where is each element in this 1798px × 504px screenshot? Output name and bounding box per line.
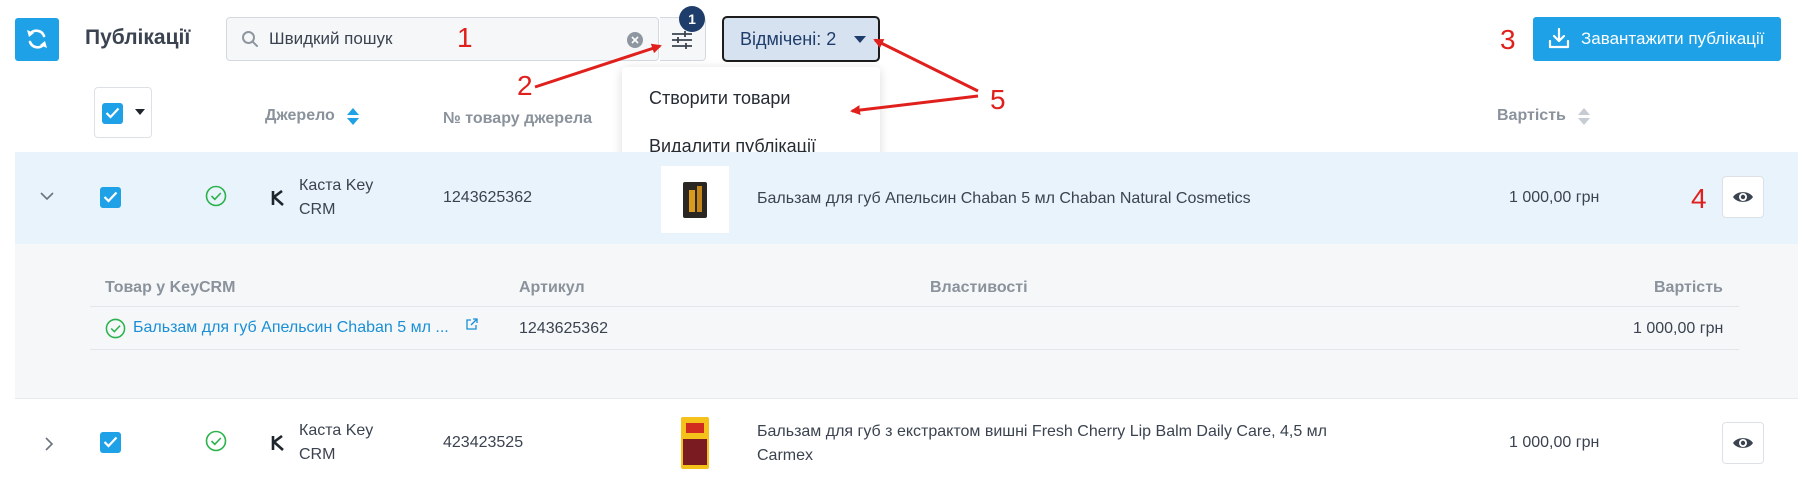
product-name: Бальзам для губ з екстрактом вишні Fresh… [757,423,1328,464]
column-header-price[interactable]: Вартість [1497,107,1566,125]
check-icon [103,191,118,203]
chevron-down-icon [854,36,866,43]
product-price: 1 000,00 грн [1509,434,1600,451]
subcolumn-properties: Властивості [930,279,1028,296]
annotation-2: 2 [517,70,533,101]
sort-icon[interactable] [347,108,359,126]
kasta-logo-icon [271,435,284,451]
download-icon [1548,27,1570,49]
caret-down-icon [135,109,145,115]
divider [90,349,1739,350]
annotation-4: 4 [1691,183,1707,214]
divider [90,306,1739,307]
source-name: Каста Key CRM [299,177,374,218]
view-button[interactable] [1722,422,1764,464]
check-circle-icon [205,430,227,452]
view-button[interactable] [1722,176,1764,218]
annotation-5: 5 [990,84,1006,115]
upload-button-label: Завантажити публікації [1581,29,1765,48]
refresh-button[interactable] [15,18,59,61]
menu-item-create-products[interactable]: Створити товари [649,88,790,109]
source-product-number: 423423525 [443,434,524,451]
search-input[interactable] [269,27,609,51]
subcolumn-product: Товар у KeyCRM [105,279,236,296]
subcolumn-sku: Артикул [519,279,585,296]
search-box [226,17,659,61]
source-product-number: 1243625362 [443,189,532,206]
upload-publications-button[interactable]: Завантажити публікації [1533,17,1781,61]
source-name: Каста Key CRM [299,422,374,463]
row-checkbox[interactable] [100,432,121,453]
keycrm-price: 1 000,00 грн [1633,320,1724,337]
annotation-1: 1 [457,22,473,53]
selected-actions-button[interactable]: Відмічені: 2 [722,16,880,62]
clear-search-icon[interactable] [627,32,643,48]
product-name: Бальзам для губ Апельсин Chaban 5 мл Cha… [757,190,1251,207]
check-circle-icon [105,318,126,339]
selected-count-label: Відмічені: 2 [740,29,837,49]
kasta-logo-icon [271,190,284,206]
search-icon [242,31,258,47]
product-thumbnail [661,409,729,476]
column-header-source[interactable]: Джерело [265,107,335,125]
sort-icon[interactable] [1578,108,1590,126]
check-icon [105,107,120,119]
column-header-source-number: № товару джерела [443,110,593,127]
check-circle-icon [205,185,227,207]
subcolumn-price: Вартість [1654,279,1723,296]
row-checkbox[interactable] [100,187,121,208]
product-thumbnail [661,166,729,233]
annotation-3: 3 [1500,24,1516,55]
eye-icon [1733,192,1753,202]
filter-sliders-icon [672,31,692,49]
keycrm-sku: 1243625362 [519,320,608,337]
select-all-checkbox[interactable] [102,103,123,124]
refresh-icon [27,29,47,49]
annotation-arrow-5a [873,38,979,93]
check-icon [103,436,118,448]
chevron-down-icon[interactable] [40,192,54,201]
chevron-right-icon[interactable] [45,437,54,451]
product-price: 1 000,00 грн [1509,189,1600,206]
filter-count-badge: 1 [679,6,705,32]
external-link-icon[interactable] [465,318,478,331]
eye-icon [1733,438,1753,448]
select-all-dropdown[interactable] [94,87,152,138]
keycrm-product-link[interactable]: Бальзам для губ Апельсин Chaban 5 мл ... [133,319,449,337]
page-title: Публікації [85,26,191,49]
